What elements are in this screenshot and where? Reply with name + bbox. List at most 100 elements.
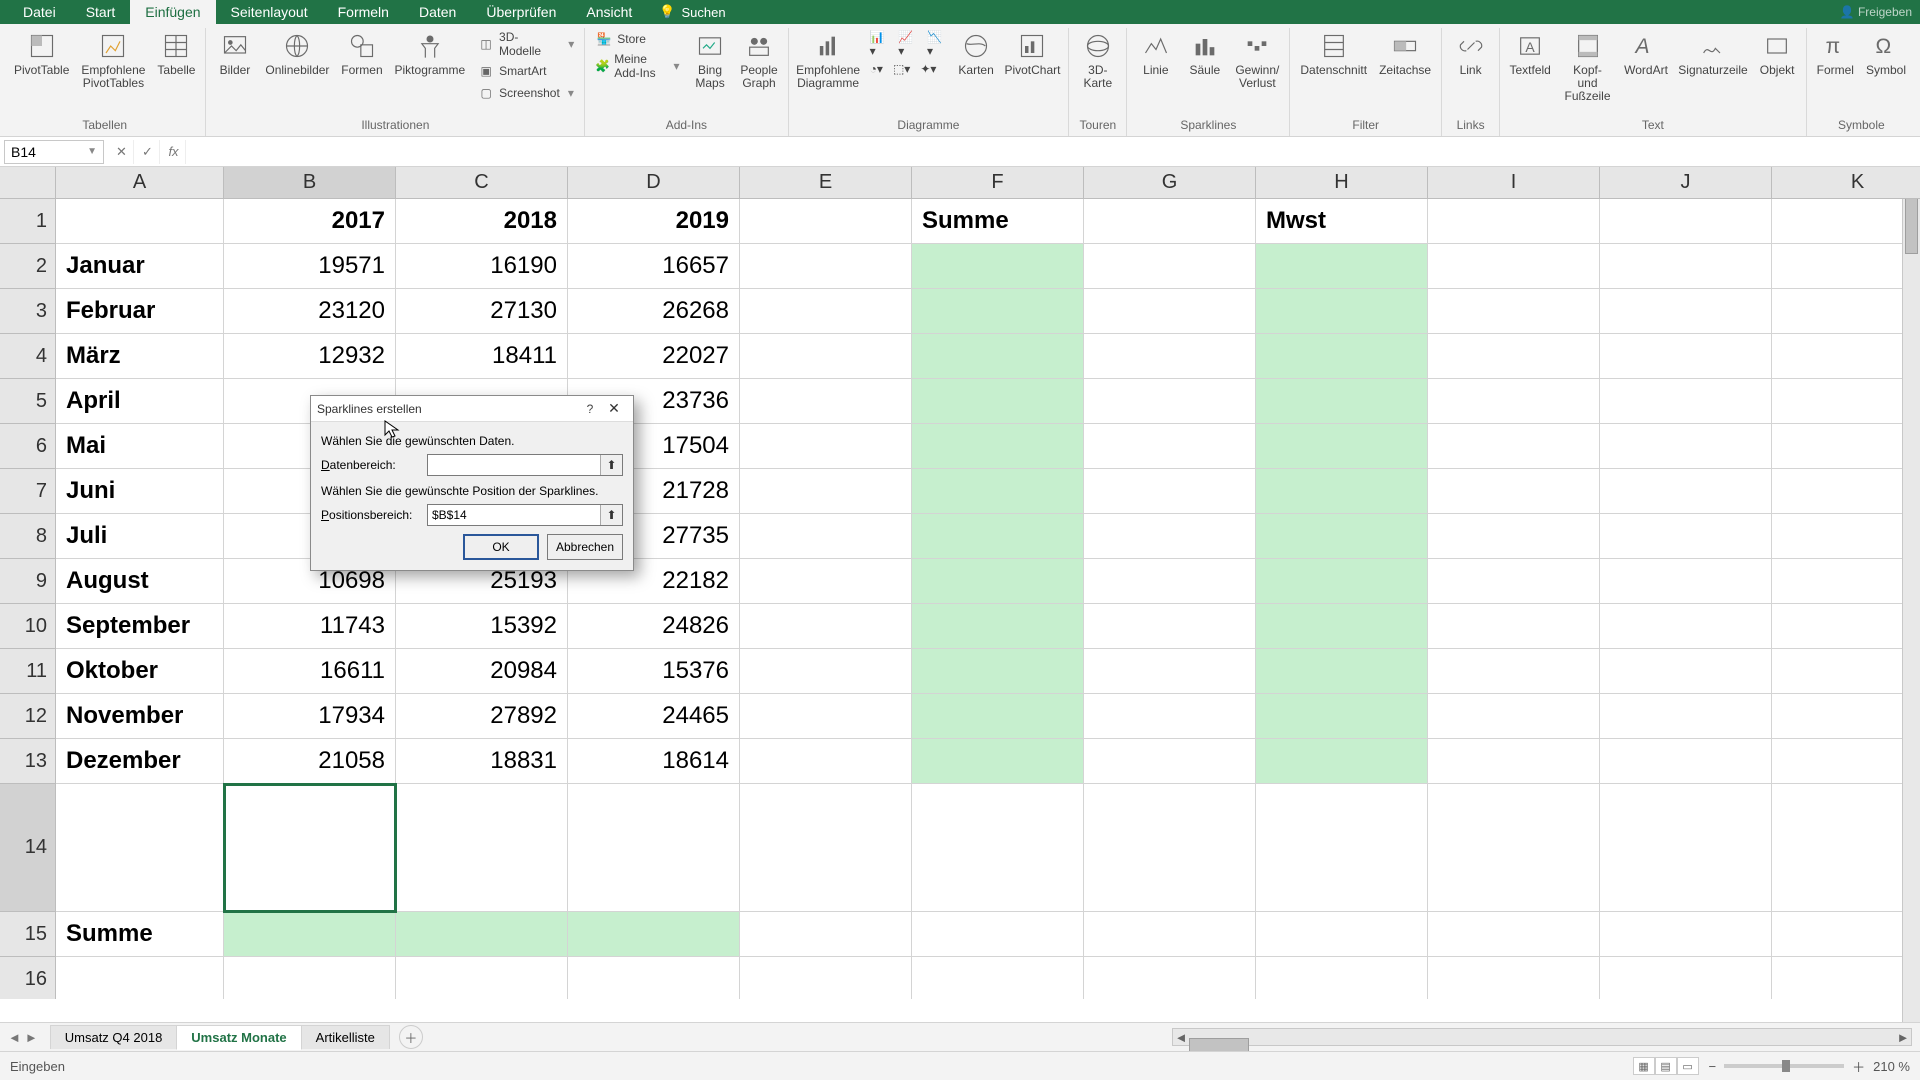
cell-A6[interactable]: Mai (56, 424, 224, 469)
cell-H9[interactable] (1256, 559, 1428, 604)
chart-type-3[interactable]: 📉▾ (923, 28, 950, 60)
cell-H11[interactable] (1256, 649, 1428, 694)
row-header-1[interactable]: 1 (0, 199, 56, 244)
cell-I6[interactable] (1428, 424, 1600, 469)
cell-C13[interactable]: 18831 (396, 739, 568, 784)
cell-K7[interactable] (1772, 469, 1920, 514)
position-range-input[interactable] (428, 505, 600, 525)
cell-I10[interactable] (1428, 604, 1600, 649)
cell-F5[interactable] (912, 379, 1084, 424)
cell-D14[interactable] (568, 784, 740, 912)
hscroll-thumb[interactable] (1189, 1038, 1249, 1052)
cell-K16[interactable] (1772, 957, 1920, 999)
zoom-in-button[interactable]: ＋ (1852, 1057, 1865, 1076)
cell-K14[interactable] (1772, 784, 1920, 912)
cell-A7[interactable]: Juni (56, 469, 224, 514)
cell-A13[interactable]: Dezember (56, 739, 224, 784)
pivottable-button[interactable]: PivotTable (10, 28, 73, 79)
tab-ansicht[interactable]: Ansicht (571, 0, 647, 24)
cell-D12[interactable]: 24465 (568, 694, 740, 739)
cell-A8[interactable]: Juli (56, 514, 224, 559)
cell-K2[interactable] (1772, 244, 1920, 289)
cell-F16[interactable] (912, 957, 1084, 999)
zoom-control[interactable]: −＋210 % (1709, 1057, 1910, 1076)
col-header-D[interactable]: D (568, 167, 740, 199)
cancel-formula-button[interactable]: ✕ (110, 140, 134, 164)
cell-J16[interactable] (1600, 957, 1772, 999)
cell-I7[interactable] (1428, 469, 1600, 514)
cell-E3[interactable] (740, 289, 912, 334)
cell-J4[interactable] (1600, 334, 1772, 379)
cell-J10[interactable] (1600, 604, 1772, 649)
range-picker-button-2[interactable]: ⬆ (600, 505, 622, 525)
cell-F14[interactable] (912, 784, 1084, 912)
store-button[interactable]: 🏪Store (591, 28, 683, 50)
cell-K5[interactable] (1772, 379, 1920, 424)
cell-H8[interactable] (1256, 514, 1428, 559)
cell-E13[interactable] (740, 739, 912, 784)
wordart-button[interactable]: AWordArt (1621, 28, 1672, 79)
row-header-14[interactable]: 14 (0, 784, 56, 912)
cell-B16[interactable] (224, 957, 396, 999)
col-header-H[interactable]: H (1256, 167, 1428, 199)
equation-button[interactable]: πFormel (1813, 28, 1858, 79)
accept-formula-button[interactable]: ✓ (136, 140, 160, 164)
cell-J9[interactable] (1600, 559, 1772, 604)
page-layout-icon[interactable]: ▤ (1655, 1057, 1677, 1075)
cell-G2[interactable] (1084, 244, 1256, 289)
cancel-button[interactable]: Abbrechen (547, 534, 623, 560)
cell-A10[interactable]: September (56, 604, 224, 649)
people-graph-button[interactable]: People Graph (737, 28, 782, 92)
cell-G9[interactable] (1084, 559, 1256, 604)
page-break-icon[interactable]: ▭ (1677, 1057, 1699, 1075)
sparkline-line-button[interactable]: Linie (1133, 28, 1178, 79)
cell-E15[interactable] (740, 912, 912, 957)
cell-G5[interactable] (1084, 379, 1256, 424)
cell-B4[interactable]: 12932 (224, 334, 396, 379)
cell-I3[interactable] (1428, 289, 1600, 334)
cell-G6[interactable] (1084, 424, 1256, 469)
cell-G1[interactable] (1084, 199, 1256, 244)
cell-D10[interactable]: 24826 (568, 604, 740, 649)
cell-G16[interactable] (1084, 957, 1256, 999)
recommended-charts-button[interactable]: Empfohlene Diagramme (795, 28, 862, 92)
row-header-12[interactable]: 12 (0, 694, 56, 739)
chart-type-2[interactable]: 📈▾ (894, 28, 921, 60)
tab-einfuegen[interactable]: Einfügen (130, 0, 215, 24)
select-all-corner[interactable] (0, 167, 56, 199)
cell-I12[interactable] (1428, 694, 1600, 739)
cell-K11[interactable] (1772, 649, 1920, 694)
cell-H12[interactable] (1256, 694, 1428, 739)
cell-A11[interactable]: Oktober (56, 649, 224, 694)
cell-I5[interactable] (1428, 379, 1600, 424)
cell-B15[interactable] (224, 912, 396, 957)
cell-B11[interactable]: 16611 (224, 649, 396, 694)
cell-J14[interactable] (1600, 784, 1772, 912)
tab-ueberpruefen[interactable]: Überprüfen (471, 0, 571, 24)
cell-E9[interactable] (740, 559, 912, 604)
horizontal-scrollbar[interactable]: ◄► (1172, 1028, 1912, 1046)
cell-A9[interactable]: August (56, 559, 224, 604)
scroll-left-icon[interactable]: ◄ (1173, 1030, 1189, 1045)
cell-F6[interactable] (912, 424, 1084, 469)
worksheet-grid[interactable]: ABCDEFGHIJK 12345678910111213141516 2017… (0, 167, 1920, 999)
cell-H13[interactable] (1256, 739, 1428, 784)
cell-K6[interactable] (1772, 424, 1920, 469)
maps-chart-button[interactable]: Karten (954, 28, 999, 79)
3d-models-button[interactable]: ◫3D-Modelle▾ (473, 28, 578, 60)
cell-H14[interactable] (1256, 784, 1428, 912)
range-picker-button[interactable]: ⬆ (600, 455, 622, 475)
cell-E8[interactable] (740, 514, 912, 559)
cell-A2[interactable]: Januar (56, 244, 224, 289)
fx-button[interactable]: fx (162, 140, 186, 164)
chart-type-1[interactable]: 📊▾ (866, 28, 893, 60)
cell-H2[interactable] (1256, 244, 1428, 289)
cell-F8[interactable] (912, 514, 1084, 559)
row-header-3[interactable]: 3 (0, 289, 56, 334)
cell-I11[interactable] (1428, 649, 1600, 694)
col-header-K[interactable]: K (1772, 167, 1920, 199)
cell-B10[interactable]: 11743 (224, 604, 396, 649)
cell-I13[interactable] (1428, 739, 1600, 784)
cell-C1[interactable]: 2018 (396, 199, 568, 244)
cell-H7[interactable] (1256, 469, 1428, 514)
